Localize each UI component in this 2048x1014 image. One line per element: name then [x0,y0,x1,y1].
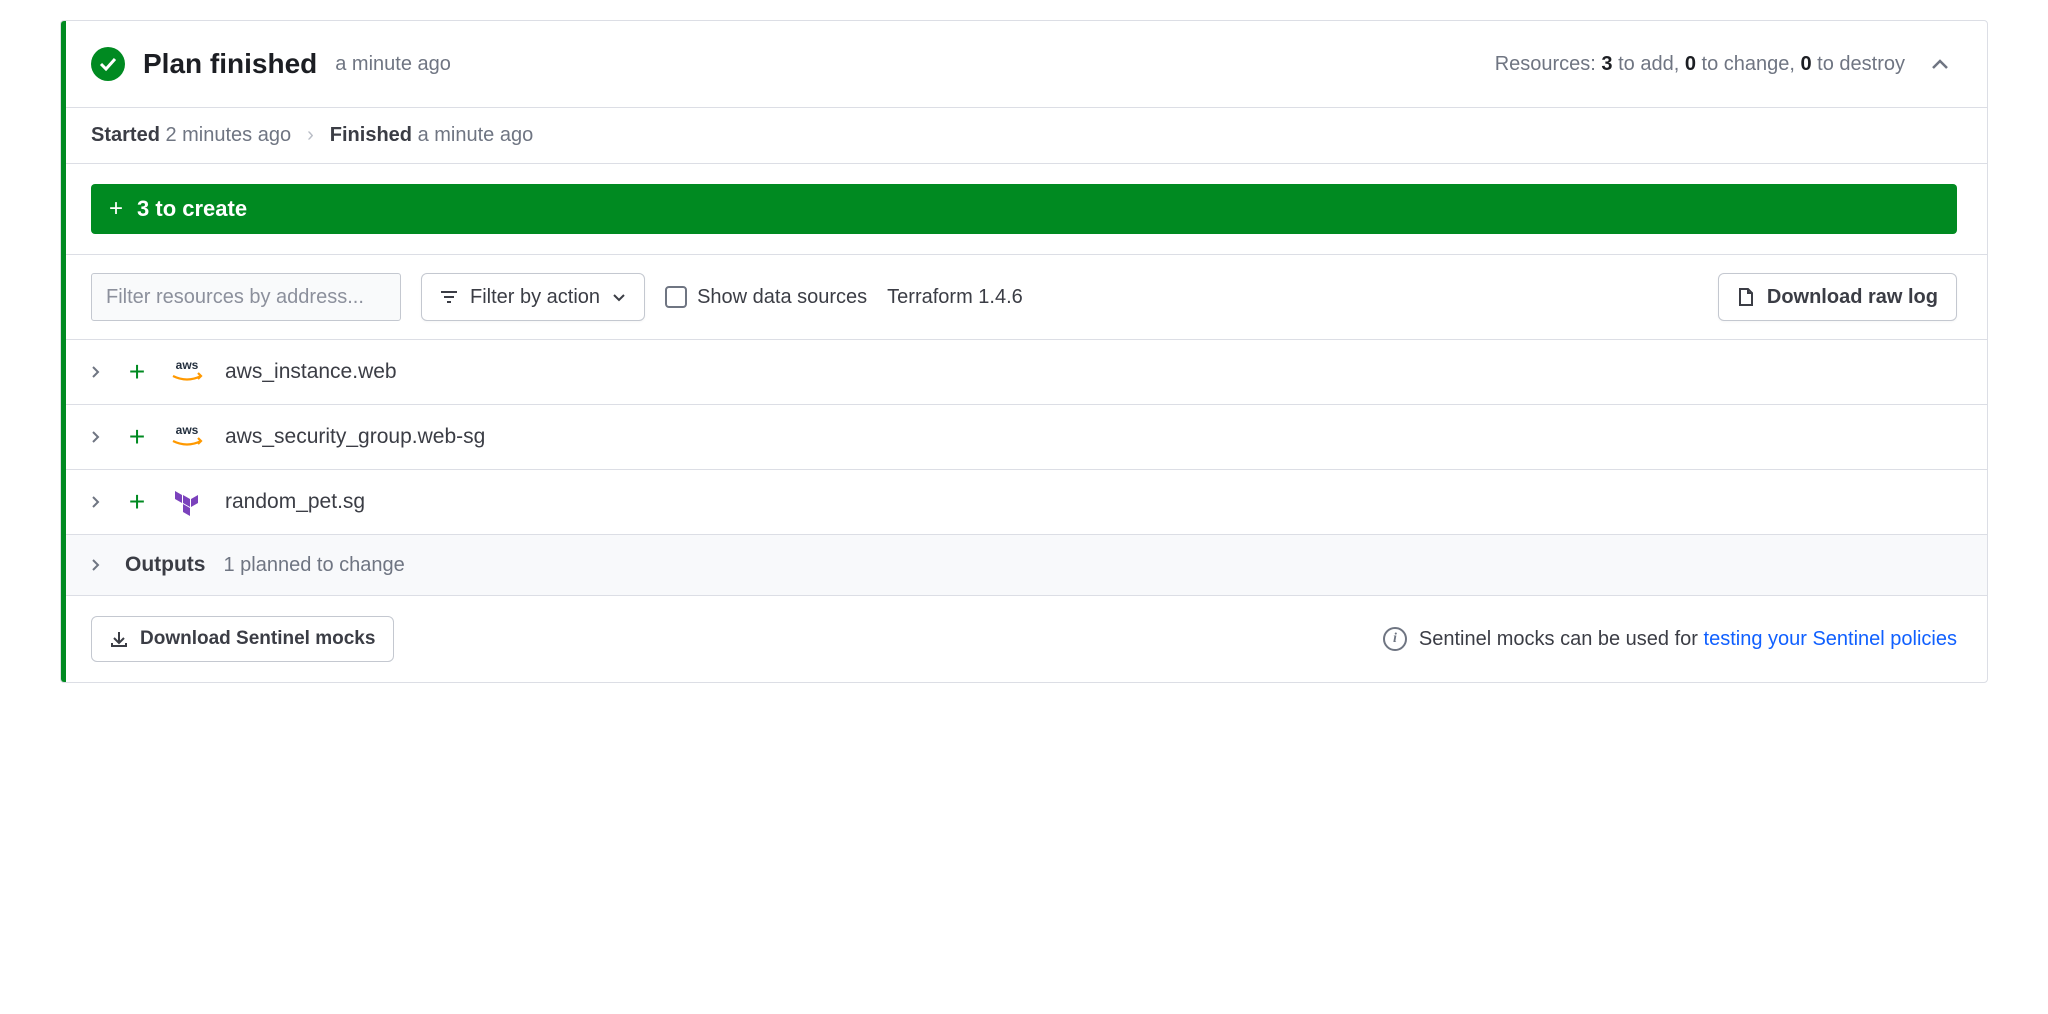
info-icon: i [1383,627,1407,651]
checkbox-icon [665,286,687,308]
download-raw-log-button[interactable]: Download raw log [1718,273,1957,321]
timeline-row: Started 2 minutes ago › Finished a minut… [61,108,1987,164]
download-icon [110,630,128,648]
file-icon [1737,287,1755,307]
aws-provider-icon: aws [167,423,207,451]
show-data-sources-checkbox[interactable]: Show data sources [665,286,867,309]
resource-row[interactable]: + random_pet.sg [61,470,1987,534]
panel-header: Plan finished a minute ago Resources: 3 … [61,21,1987,108]
resource-list: + aws aws_instance.web + aws aws_securit… [61,340,1987,534]
resource-summary: Resources: 3 to add, 0 to change, 0 to d… [1495,53,1905,76]
resource-name: random_pet.sg [225,490,365,514]
aws-provider-icon: aws [167,358,207,386]
download-raw-label: Download raw log [1767,286,1938,309]
create-bar-label: 3 to create [137,196,247,222]
collapse-panel-button[interactable] [1923,47,1957,81]
download-mocks-label: Download Sentinel mocks [140,628,375,650]
download-sentinel-mocks-button[interactable]: Download Sentinel mocks [91,616,394,662]
outputs-sub: 1 planned to change [223,554,404,577]
create-section: + 3 to create [61,164,1987,254]
summary-destroy-suffix: to destroy [1812,53,1905,75]
plus-icon: + [109,197,123,221]
outputs-row[interactable]: Outputs 1 planned to change [61,534,1987,596]
chevron-right-icon [91,430,107,444]
filter-icon [440,290,458,304]
summary-change-suffix: to change, [1696,53,1801,75]
terraform-provider-icon [167,488,207,516]
check-circle-icon [91,47,125,81]
started-label: Started [91,124,160,146]
panel-title: Plan finished [143,48,317,80]
create-bar[interactable]: + 3 to create [91,184,1957,234]
summary-add-suffix: to add, [1613,53,1685,75]
resource-row[interactable]: + aws aws_instance.web [61,340,1987,405]
filter-by-action-button[interactable]: Filter by action [421,273,645,321]
sentinel-policies-link[interactable]: testing your Sentinel policies [1704,628,1957,650]
finished-label: Finished [330,124,412,146]
finished-time: a minute ago [418,124,534,146]
resource-name: aws_security_group.web-sg [225,425,485,449]
chevron-right-icon [91,495,107,509]
chevron-right-icon [91,365,107,379]
footer-row: Download Sentinel mocks i Sentinel mocks… [61,596,1987,682]
svg-text:aws: aws [176,424,199,437]
plus-icon: + [125,488,149,516]
summary-prefix: Resources: [1495,53,1602,75]
show-ds-label: Show data sources [697,286,867,309]
sentinel-info: i Sentinel mocks can be used for testing… [1383,627,1957,651]
plus-icon: + [125,358,149,386]
info-text: Sentinel mocks can be used for [1419,628,1704,650]
terraform-version: Terraform 1.4.6 [887,286,1023,309]
outputs-label: Outputs [125,553,205,577]
filter-row: Filter by action Show data sources Terra… [61,254,1987,340]
summary-add-count: 3 [1601,53,1612,75]
chevron-down-icon [612,293,626,302]
resource-name: aws_instance.web [225,360,397,384]
chevron-right-icon [91,558,107,572]
started-time: 2 minutes ago [165,124,291,146]
plus-icon: + [125,423,149,451]
summary-change-count: 0 [1685,53,1696,75]
timeline-separator-icon: › [307,124,314,147]
resource-row[interactable]: + aws aws_security_group.web-sg [61,405,1987,470]
plan-panel: Plan finished a minute ago Resources: 3 … [60,20,1988,683]
panel-subtitle: a minute ago [335,53,451,76]
filter-action-label: Filter by action [470,286,600,309]
svg-text:aws: aws [176,359,199,372]
filter-resources-input[interactable] [91,273,401,321]
summary-destroy-count: 0 [1800,53,1811,75]
